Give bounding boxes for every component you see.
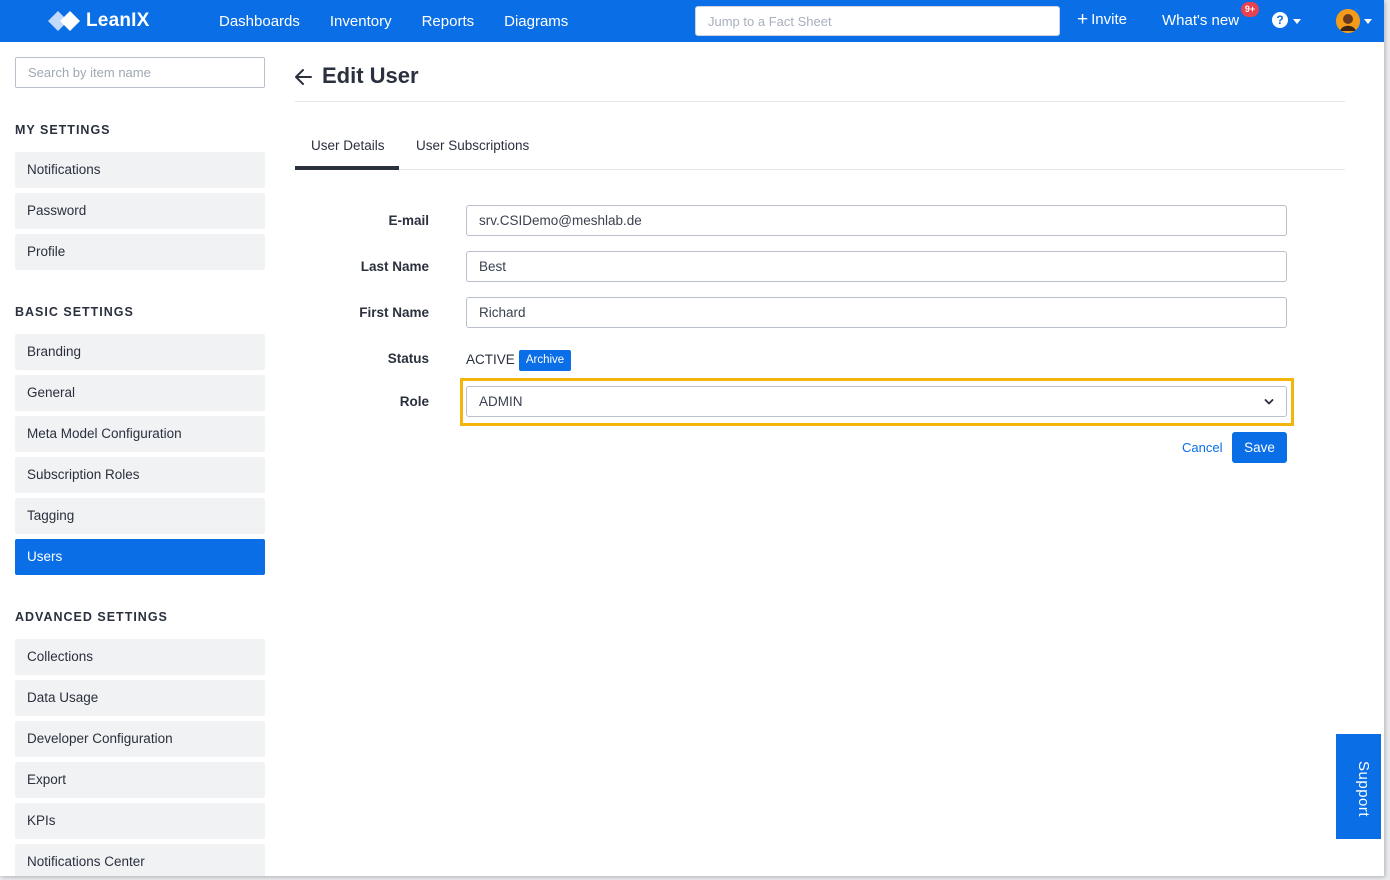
plus-icon: + bbox=[1077, 8, 1089, 30]
sidebar-item-meta-model-configuration[interactable]: Meta Model Configuration bbox=[15, 416, 265, 452]
section-title-advanced-settings: ADVANCED SETTINGS bbox=[15, 610, 168, 624]
last-name-field[interactable]: Best bbox=[466, 251, 1287, 282]
sidebar-item-users[interactable]: Users bbox=[15, 539, 265, 575]
tab-user-subscriptions[interactable]: User Subscriptions bbox=[416, 138, 529, 153]
sidebar-item-profile[interactable]: Profile bbox=[15, 234, 265, 270]
sidebar-item-password[interactable]: Password bbox=[15, 193, 265, 229]
page-title: Edit User bbox=[322, 63, 419, 88]
tab-user-details[interactable]: User Details bbox=[311, 138, 385, 153]
sidebar-item-branding[interactable]: Branding bbox=[15, 334, 265, 370]
save-button[interactable]: Save bbox=[1232, 432, 1287, 463]
nav-reports[interactable]: Reports bbox=[422, 13, 475, 30]
sidebar-item-notifications[interactable]: Notifications bbox=[15, 152, 265, 188]
email-label: E-mail bbox=[388, 213, 429, 228]
section-title-basic-settings: BASIC SETTINGS bbox=[15, 305, 134, 319]
sidebar-item-notifications-center[interactable]: Notifications Center bbox=[15, 844, 265, 876]
sidebar-search-input[interactable] bbox=[15, 57, 265, 88]
whats-new-button[interactable]: What's new bbox=[1162, 12, 1239, 29]
role-label: Role bbox=[399, 394, 429, 409]
back-arrow-icon[interactable] bbox=[293, 66, 313, 88]
top-navigation-bar: LeanIX Dashboards Inventory Reports Diag… bbox=[0, 0, 1384, 42]
sidebar-item-export[interactable]: Export bbox=[15, 762, 265, 798]
help-caret-icon[interactable] bbox=[1293, 19, 1301, 24]
section-title-my-settings: MY SETTINGS bbox=[15, 123, 111, 137]
active-tab-indicator bbox=[295, 166, 399, 170]
archive-button[interactable]: Archive bbox=[519, 350, 571, 371]
invite-label: Invite bbox=[1091, 11, 1127, 28]
sidebar-item-general[interactable]: General bbox=[15, 375, 265, 411]
title-divider bbox=[295, 101, 1345, 102]
avatar[interactable] bbox=[1336, 9, 1360, 33]
nav-diagrams[interactable]: Diagrams bbox=[504, 13, 568, 30]
support-label: Support bbox=[1355, 760, 1372, 818]
jump-to-fact-sheet-input[interactable] bbox=[695, 6, 1060, 36]
status-value: ACTIVE bbox=[466, 352, 515, 367]
role-select[interactable]: ADMIN bbox=[466, 386, 1287, 417]
whats-new-badge: 9+ bbox=[1241, 2, 1259, 17]
user-avatar-icon bbox=[1336, 9, 1360, 33]
chevron-down-icon[interactable] bbox=[1264, 398, 1274, 406]
email-field[interactable]: srv.CSIDemo@meshlab.de bbox=[466, 205, 1287, 236]
main-nav: Dashboards Inventory Reports Diagrams bbox=[219, 0, 598, 42]
invite-button[interactable]: + Invite bbox=[1077, 8, 1127, 30]
sidebar-item-tagging[interactable]: Tagging bbox=[15, 498, 265, 534]
leanix-logo-icon bbox=[48, 11, 80, 31]
sidebar-item-collections[interactable]: Collections bbox=[15, 639, 265, 675]
help-icon[interactable]: ? bbox=[1272, 12, 1288, 28]
nav-dashboards[interactable]: Dashboards bbox=[219, 13, 300, 30]
sidebar-item-subscription-roles[interactable]: Subscription Roles bbox=[15, 457, 265, 493]
app-window: LeanIX Dashboards Inventory Reports Diag… bbox=[0, 0, 1384, 876]
first-name-label: First Name bbox=[359, 305, 429, 320]
last-name-label: Last Name bbox=[360, 259, 429, 274]
sidebar-item-data-usage[interactable]: Data Usage bbox=[15, 680, 265, 716]
status-label: Status bbox=[387, 351, 429, 366]
cancel-button[interactable]: Cancel bbox=[1182, 440, 1222, 455]
nav-inventory[interactable]: Inventory bbox=[330, 13, 392, 30]
sidebar-item-kpis[interactable]: KPIs bbox=[15, 803, 265, 839]
first-name-field[interactable]: Richard bbox=[466, 297, 1287, 328]
logo[interactable]: LeanIX bbox=[46, 8, 150, 34]
logo-text: LeanIX bbox=[86, 10, 150, 31]
tabs-divider bbox=[295, 169, 1345, 170]
user-menu-caret-icon[interactable] bbox=[1364, 19, 1372, 24]
sidebar-item-developer-configuration[interactable]: Developer Configuration bbox=[15, 721, 265, 757]
